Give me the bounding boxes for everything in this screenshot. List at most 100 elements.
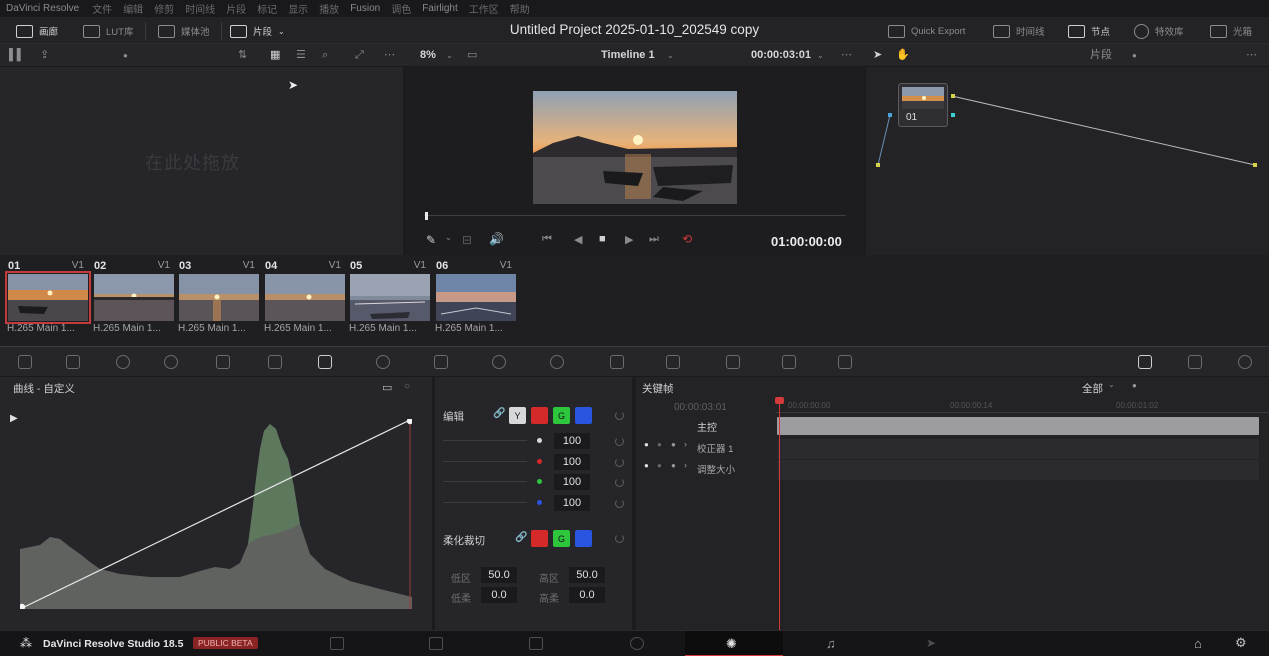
- node-editor[interactable]: 01: [866, 67, 1269, 255]
- color-picker-icon[interactable]: ✎: [426, 233, 436, 247]
- sort-icon[interactable]: ⇅: [238, 49, 247, 62]
- hand-icon[interactable]: ✋: [896, 49, 910, 62]
- menu-help[interactable]: 帮助: [510, 1, 530, 16]
- viewer-frame[interactable]: [533, 91, 737, 204]
- nodes-button[interactable]: 节点: [1068, 21, 1110, 41]
- keyframe-playhead-handle[interactable]: [775, 397, 784, 404]
- reset-icon[interactable]: [615, 534, 624, 543]
- curves-icon[interactable]: [318, 355, 332, 369]
- home-icon[interactable]: ⌂: [1194, 636, 1202, 651]
- search-icon[interactable]: ⌕: [322, 49, 328, 62]
- scrubber-track[interactable]: [424, 215, 846, 216]
- y-channel-toggle[interactable]: Y: [509, 407, 526, 424]
- chevron-down-icon[interactable]: ⌄: [445, 233, 452, 242]
- timeline-name[interactable]: Timeline 1: [601, 49, 655, 62]
- menu-trim[interactable]: 修剪: [154, 1, 174, 16]
- reset-icon[interactable]: [615, 499, 624, 508]
- blur-icon[interactable]: [666, 355, 680, 369]
- rgb-mixer-icon[interactable]: [216, 355, 230, 369]
- 3d-icon[interactable]: [838, 355, 852, 369]
- red-intensity-slider[interactable]: [443, 461, 527, 462]
- reset-icon[interactable]: [615, 437, 624, 446]
- track-lane[interactable]: [777, 460, 1259, 480]
- track-row[interactable]: ● ● ● › 校正器 1: [644, 439, 774, 455]
- blue-intensity-slider[interactable]: [443, 502, 527, 503]
- dot-icon[interactable]: ●: [1132, 381, 1137, 390]
- timeline-button[interactable]: 时间线: [993, 21, 1045, 41]
- red-intensity-value[interactable]: 100: [554, 454, 590, 470]
- soft-clip-blue-toggle[interactable]: [575, 530, 592, 547]
- chevron-down-icon[interactable]: ⌄: [1108, 380, 1115, 389]
- visibility-dot-icon[interactable]: ●: [644, 461, 649, 470]
- y-intensity-value[interactable]: 100: [554, 433, 590, 449]
- chevron-down-icon[interactable]: ⌄: [817, 49, 824, 62]
- media-page-icon[interactable]: [330, 637, 344, 650]
- menu-timeline[interactable]: 时间线: [185, 1, 215, 16]
- reset-icon[interactable]: [615, 458, 624, 467]
- keyframe-filter[interactable]: 全部: [1082, 381, 1103, 396]
- cut-page-icon[interactable]: [429, 637, 443, 650]
- play-reverse-icon[interactable]: ◀: [574, 233, 582, 246]
- panel-toggle-icon[interactable]: ▌▌: [9, 49, 25, 62]
- menu-view[interactable]: 显示: [288, 1, 308, 16]
- window-icon[interactable]: [492, 355, 506, 369]
- clip-mode[interactable]: 片段: [1090, 49, 1112, 62]
- y-intensity-slider[interactable]: [443, 440, 527, 441]
- node-01[interactable]: 01: [898, 83, 948, 127]
- menu-clip[interactable]: 片段: [226, 1, 246, 16]
- chevron-down-icon[interactable]: ⌄: [667, 49, 674, 62]
- color-match-icon[interactable]: [66, 355, 80, 369]
- menu-color[interactable]: 调色: [391, 1, 411, 16]
- reset-icon[interactable]: [615, 478, 624, 487]
- expand-icon[interactable]: ⤢: [355, 49, 364, 62]
- hdr-wheels-icon[interactable]: [164, 355, 178, 369]
- red-channel-toggle[interactable]: [531, 407, 548, 424]
- grid-view-icon[interactable]: ▦: [270, 49, 280, 62]
- loop-icon[interactable]: ⊟: [462, 233, 472, 247]
- motion-effects-icon[interactable]: [268, 355, 282, 369]
- track-lane[interactable]: [777, 439, 1259, 459]
- green-intensity-value[interactable]: 100: [554, 474, 590, 490]
- key-dot-icon[interactable]: ●: [671, 461, 676, 470]
- color-wheels-icon[interactable]: [116, 355, 130, 369]
- soft-clip-green-toggle[interactable]: G: [553, 530, 570, 547]
- pointer-icon[interactable]: ➤: [873, 49, 882, 62]
- deliver-page-icon[interactable]: ➤: [926, 636, 936, 650]
- master-keyframe-bar[interactable]: [777, 417, 1259, 435]
- skip-forward-icon[interactable]: ⏭: [649, 233, 659, 246]
- lightbox-button[interactable]: 光箱: [1210, 21, 1252, 41]
- curve-options-icon[interactable]: ○: [404, 381, 410, 392]
- skip-back-icon[interactable]: ⏮: [542, 233, 552, 246]
- blue-channel-toggle[interactable]: [575, 407, 592, 424]
- edit-page-icon[interactable]: [529, 637, 543, 650]
- low-value[interactable]: 50.0: [481, 567, 517, 583]
- settings-gear-icon[interactable]: ⚙: [1235, 635, 1247, 651]
- tracker-icon[interactable]: [550, 355, 564, 369]
- reset-icon[interactable]: [615, 411, 624, 420]
- play-icon[interactable]: ▶: [625, 233, 633, 246]
- list-view-icon[interactable]: ☰: [296, 49, 306, 62]
- menu-fusion[interactable]: Fusion: [350, 3, 380, 14]
- link-icon[interactable]: 🔗: [515, 532, 527, 543]
- blue-intensity-value[interactable]: 100: [554, 495, 590, 511]
- keyframe-ruler[interactable]: 00:00:00:00 00:00:00:14 00:00:01:02: [776, 397, 1269, 413]
- key-dot-icon[interactable]: ●: [671, 440, 676, 449]
- gallery-panel[interactable]: 在此处拖放 ➤: [0, 67, 403, 255]
- quick-export-button[interactable]: Quick Export: [888, 21, 965, 41]
- chevron-right-icon[interactable]: ›: [684, 460, 687, 470]
- curve-view-icon[interactable]: ▭: [382, 381, 392, 394]
- key-icon[interactable]: [726, 355, 740, 369]
- high-soft-value[interactable]: 0.0: [569, 587, 605, 603]
- link-icon[interactable]: 🔗: [493, 408, 505, 419]
- more-options-icon[interactable]: ⋯: [1246, 49, 1257, 62]
- green-channel-toggle[interactable]: G: [553, 407, 570, 424]
- lock-dot-icon[interactable]: ●: [657, 440, 662, 449]
- menu-fairlight[interactable]: Fairlight: [422, 3, 458, 14]
- high-value[interactable]: 50.0: [569, 567, 605, 583]
- effects-button[interactable]: 特效库: [1134, 21, 1184, 41]
- color-warper-icon[interactable]: [376, 355, 390, 369]
- curve-graph[interactable]: [20, 419, 412, 609]
- soft-clip-red-toggle[interactable]: [531, 530, 548, 547]
- magic-mask-icon[interactable]: [610, 355, 624, 369]
- more-options-icon[interactable]: ⋯: [384, 49, 395, 62]
